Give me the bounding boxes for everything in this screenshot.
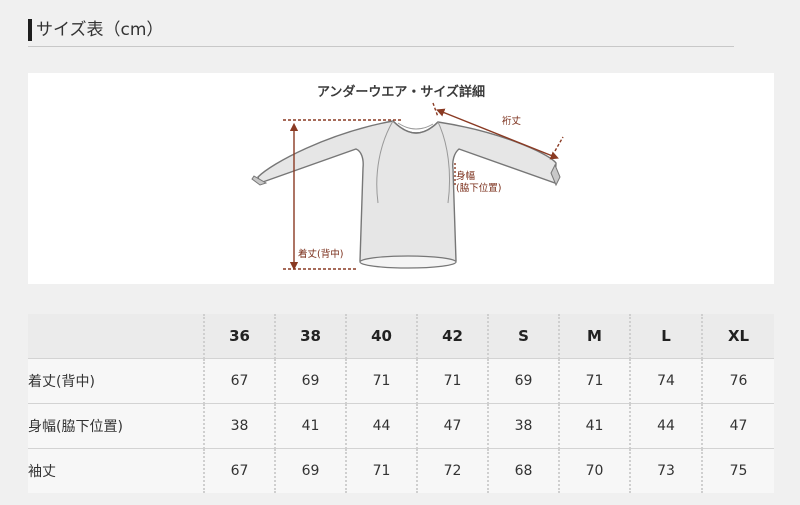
- table-cell: 41: [274, 403, 346, 449]
- shirt-illustration: [251, 102, 564, 271]
- table-cell: 67: [203, 358, 275, 404]
- size-header-row: 36 38 40 42 S M L XL: [28, 314, 774, 359]
- size-header: S: [487, 314, 559, 359]
- section-heading: サイズ表（cm）: [28, 16, 163, 44]
- table-row: 着丈(背中) 67 69 71 71 69 71 74 76: [28, 358, 774, 404]
- row-label: 着丈(背中): [28, 358, 204, 404]
- size-header: 36: [203, 314, 275, 359]
- table-cell: 44: [629, 403, 702, 449]
- table-cell: 69: [274, 448, 346, 493]
- table-cell: 69: [487, 358, 559, 404]
- row-label: 袖丈: [28, 448, 204, 493]
- body-length-label: 着丈(背中): [298, 249, 344, 260]
- size-header: XL: [701, 314, 774, 359]
- sleeve-length-label: 裄丈: [502, 116, 522, 127]
- table-cell: 69: [274, 358, 346, 404]
- table-cell: 74: [629, 358, 702, 404]
- size-header: 42: [416, 314, 488, 359]
- table-cell: 73: [629, 448, 702, 493]
- table-cell: 71: [416, 358, 488, 404]
- table-cell: 71: [558, 358, 630, 404]
- table-cell: 75: [701, 448, 774, 493]
- size-header: M: [558, 314, 630, 359]
- table-cell: 71: [345, 448, 417, 493]
- table-cell: 41: [558, 403, 630, 449]
- table-cell: 67: [203, 448, 275, 493]
- shirt-shape: [251, 120, 561, 269]
- row-label: 身幅(脇下位置): [28, 403, 204, 449]
- size-header: 38: [274, 314, 346, 359]
- table-cell: 44: [345, 403, 417, 449]
- table-cell: 38: [203, 403, 275, 449]
- table-cell: 38: [487, 403, 559, 449]
- heading-divider: [28, 46, 734, 47]
- heading-accent-bar: [28, 19, 32, 41]
- header-corner-cell: [28, 314, 204, 359]
- table-cell: 72: [416, 448, 488, 493]
- table-cell: 70: [558, 448, 630, 493]
- size-header: 40: [345, 314, 417, 359]
- section-title-text: サイズ表（cm）: [36, 20, 164, 40]
- body-width-label: 身幅 (脇下位置): [456, 171, 502, 194]
- table-row: 身幅(脇下位置) 38 41 44 47 38 41 44 47: [28, 403, 774, 449]
- size-table: 36 38 40 42 S M L XL 着丈(背中) 67 69 71 71 …: [28, 314, 774, 493]
- table-cell: 47: [701, 403, 774, 449]
- table-cell: 47: [416, 403, 488, 449]
- table-cell: 76: [701, 358, 774, 404]
- table-row: 袖丈 67 69 71 72 68 70 73 75: [28, 448, 774, 493]
- size-header: L: [629, 314, 702, 359]
- table-cell: 71: [345, 358, 417, 404]
- size-diagram: アンダーウエア・サイズ詳細 裄丈 身幅 (脇下位置) 着丈(背中): [28, 73, 774, 284]
- table-cell: 68: [487, 448, 559, 493]
